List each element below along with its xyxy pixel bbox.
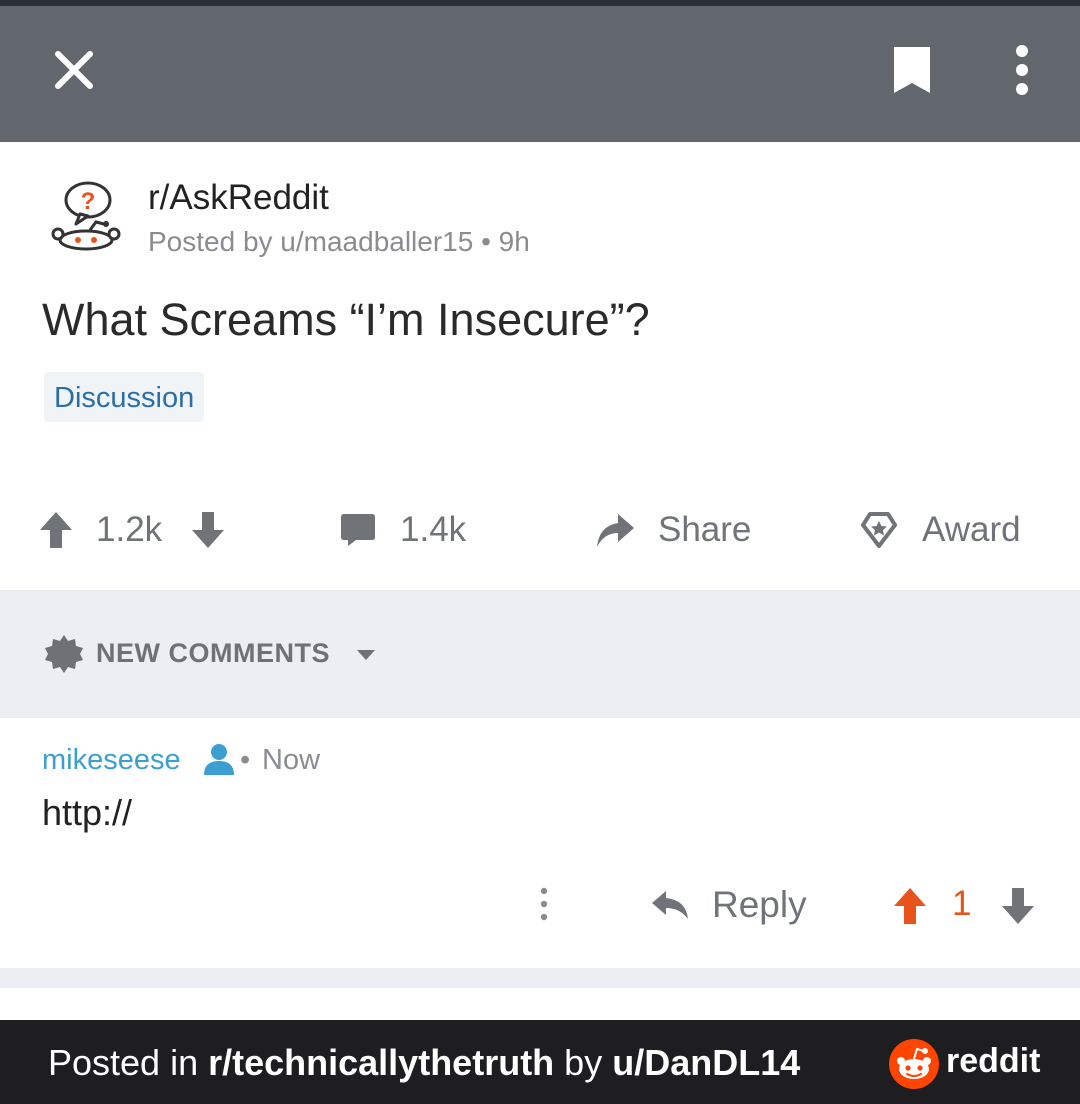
downvote-arrow-icon [192, 512, 225, 548]
comment-separator: • [240, 744, 251, 776]
share-arrow-icon [597, 514, 634, 547]
downvote-arrow-icon[interactable] [1000, 886, 1036, 926]
upvote-arrow-icon [40, 512, 72, 548]
comment-bubble-icon [341, 514, 375, 546]
attribution-subreddit[interactable]: r/technicallythetruth [208, 1042, 554, 1083]
more-vertical-icon [540, 887, 548, 921]
new-comments-badge-icon [45, 635, 83, 673]
comment-count: 1.4k [400, 510, 467, 549]
comments-button[interactable]: 1.4k [340, 500, 466, 560]
share-label: Share [658, 510, 752, 549]
subreddit-name[interactable]: r/AskReddit [148, 178, 329, 218]
close-button[interactable] [46, 42, 102, 98]
award-label: Award [922, 510, 1021, 549]
top-app-bar [0, 6, 1080, 142]
reply-arrow-icon [652, 891, 688, 919]
next-comment-partial [0, 988, 1080, 1020]
comment-timestamp: Now [262, 744, 321, 776]
upvote-button[interactable] [38, 510, 74, 550]
askreddit-icon[interactable]: ? [50, 178, 122, 254]
attribution-user[interactable]: u/DanDL14 [612, 1042, 800, 1083]
vote-group: 1.2k [38, 500, 226, 560]
more-vertical-icon [1016, 45, 1028, 95]
downvote-button[interactable] [190, 510, 226, 550]
attribution-prefix: Posted in [48, 1042, 209, 1083]
reply-button[interactable]: Reply [650, 880, 807, 930]
close-icon [55, 51, 93, 89]
comment-divider [0, 968, 1080, 988]
award-button[interactable]: Award [860, 500, 1021, 560]
user-icon [204, 744, 234, 775]
upvote-count: 1.2k [96, 510, 163, 549]
upvote-arrow-icon[interactable] [892, 886, 928, 926]
reddit-logo-icon [889, 1039, 939, 1089]
bookmark-button[interactable] [884, 40, 940, 100]
attribution-text: Posted in r/technicallythetruth by u/Dan… [48, 1042, 800, 1084]
reddit-wordmark: reddit [946, 1042, 1041, 1080]
share-button[interactable]: Share [594, 500, 751, 560]
reply-label: Reply [712, 884, 807, 925]
caret-down-icon[interactable] [356, 648, 376, 662]
attribution-by: by [554, 1042, 613, 1083]
more-options-button[interactable] [1000, 40, 1044, 100]
comment-score: 1 [952, 884, 972, 923]
post-title[interactable]: What Screams “I’m Insecure”? [42, 294, 650, 346]
post-meta: Posted by u/maadballer15 • 9h [148, 226, 530, 257]
comment-more-button[interactable] [530, 882, 558, 926]
svg-text:?: ? [81, 188, 96, 215]
comment-username[interactable]: mikeseese [42, 744, 181, 777]
post-action-row: 1.2k 1.4k Share Award [0, 500, 1080, 560]
comment-body[interactable]: http:// [42, 792, 132, 834]
post-flair[interactable]: Discussion [44, 372, 205, 422]
award-icon [861, 512, 897, 548]
bookmark-icon [894, 47, 930, 93]
comment-sort-selector[interactable]: NEW COMMENTS [96, 638, 330, 669]
